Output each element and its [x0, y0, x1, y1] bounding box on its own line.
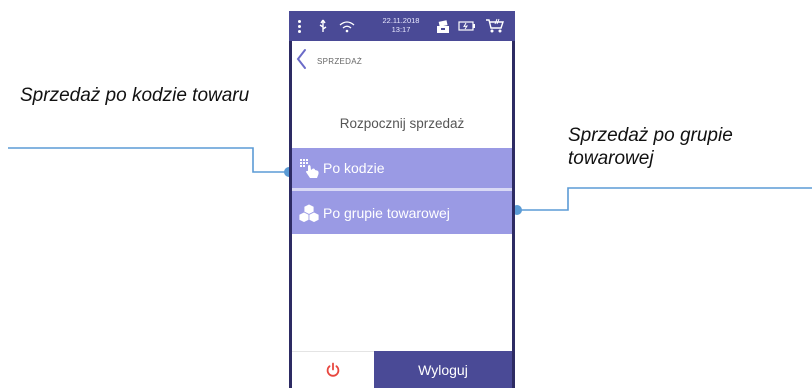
power-button[interactable]	[292, 351, 374, 388]
keypad-touch-icon	[296, 156, 322, 180]
sale-by-group-button[interactable]: Po grupie towarowej	[292, 191, 512, 234]
callout-sale-by-group: Sprzedaż po grupie towarowej	[568, 125, 733, 169]
sale-by-code-label: Po kodzie	[323, 160, 385, 176]
status-bar: 22.11.2018 13:17	[289, 11, 515, 41]
wifi-icon	[338, 11, 356, 41]
start-sale-heading: Rozpocznij sprzedaż	[339, 116, 465, 131]
menu-dots-icon[interactable]	[293, 11, 305, 41]
cash-drawer-icon	[434, 11, 452, 41]
usb-icon	[316, 11, 330, 41]
app-screen: SPRZEDAŻ Rozpocznij sprzedaż Po kodzie P…	[292, 41, 512, 388]
sale-by-code-button[interactable]: Po kodzie	[292, 148, 512, 188]
status-time: 13:17	[391, 25, 411, 34]
pos-device: 22.11.2018 13:17 SPRZEDAŻ Rozpocznij spr…	[289, 11, 515, 388]
status-datetime: 22.11.2018 13:17	[371, 16, 431, 34]
back-button[interactable]	[292, 41, 314, 76]
top-bar: SPRZEDAŻ	[292, 41, 512, 76]
left-connector-line	[8, 147, 289, 173]
status-date: 22.11.2018	[382, 16, 420, 25]
battery-icon	[457, 11, 477, 41]
power-icon	[326, 362, 340, 377]
right-connector-line	[517, 187, 812, 211]
logout-button[interactable]: Wyloguj	[374, 351, 512, 388]
product-group-icon	[296, 201, 322, 225]
page-title: SPRZEDAŻ	[317, 57, 363, 66]
bottom-bar: Wyloguj	[292, 351, 512, 388]
callout-sale-by-code: Sprzedaż po kodzie towaru	[20, 85, 250, 106]
chevron-left-icon	[296, 49, 306, 69]
cart-icon	[484, 11, 506, 41]
sale-by-group-label: Po grupie towarowej	[323, 204, 450, 221]
